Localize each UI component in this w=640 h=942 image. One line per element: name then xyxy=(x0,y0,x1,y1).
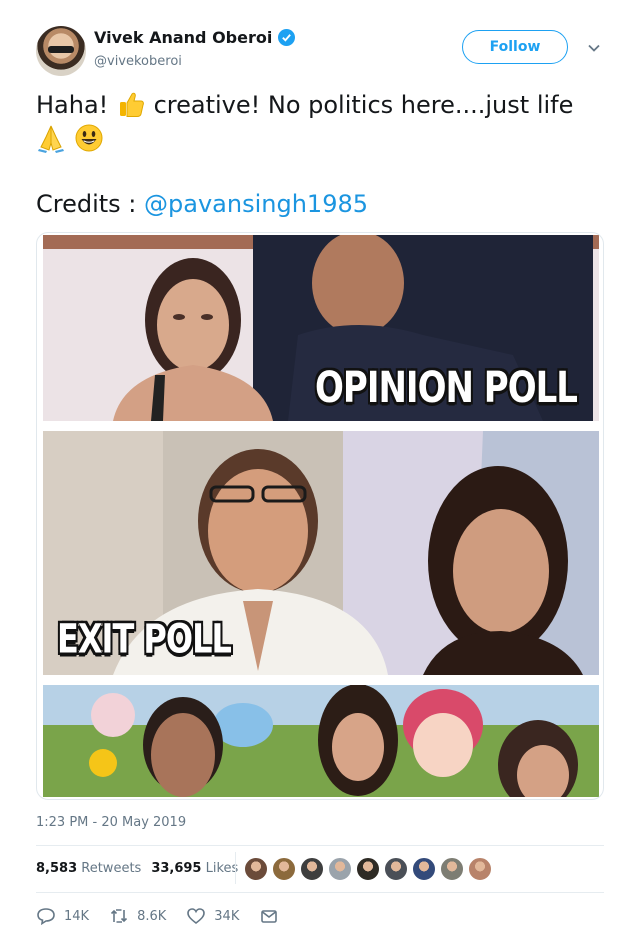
liker-avatar[interactable] xyxy=(384,857,408,881)
family-photo xyxy=(43,685,599,797)
tweet-media-image[interactable]: OPINION POLL EXIT POLL xyxy=(36,232,604,800)
reply-count: 14K xyxy=(64,908,90,924)
author-avatar[interactable] xyxy=(36,26,86,76)
likes-count: 33,695 xyxy=(151,861,202,876)
retweets-label: Retweets xyxy=(81,861,142,876)
verified-badge-icon xyxy=(278,29,296,46)
follow-button[interactable]: Follow xyxy=(462,30,568,64)
liker-avatar[interactable] xyxy=(356,857,380,881)
author-handle[interactable]: @vivekoberoi xyxy=(94,54,182,69)
tweet-stats: 8,583 Retweets 33,695 Likes xyxy=(36,861,238,876)
retweet-icon xyxy=(111,909,128,923)
liker-avatar[interactable] xyxy=(272,857,296,881)
liker-avatar[interactable] xyxy=(300,857,324,881)
divider-top xyxy=(36,845,604,846)
avatar-sunglasses xyxy=(48,46,74,53)
tweet-text-part2: creative! No politics here....just life xyxy=(153,91,574,119)
envelope-icon xyxy=(261,910,278,923)
reply-button[interactable]: 14K xyxy=(36,906,89,926)
likes-label: Likes xyxy=(205,861,239,876)
credits-label: Credits : xyxy=(36,190,145,218)
heart-icon xyxy=(187,908,206,925)
tweet-text-part1: Haha! xyxy=(36,91,116,119)
mention-link[interactable]: @pavansingh1985 xyxy=(144,190,368,218)
retweet-button[interactable]: 8.6K xyxy=(109,906,166,926)
retweets-count: 8,583 xyxy=(36,861,78,876)
tweet-actions: 14K 8.6K 34K xyxy=(36,906,299,926)
liker-avatar[interactable] xyxy=(412,857,436,881)
direct-message-button[interactable] xyxy=(259,906,279,926)
meme-panel-exit-poll: EXIT POLL xyxy=(43,431,599,675)
thumbs-up-emoji-icon xyxy=(119,92,144,117)
credits-line: Credits : @pavansingh1985 xyxy=(36,190,368,218)
like-count: 34K xyxy=(214,908,240,924)
liker-avatars xyxy=(244,857,492,881)
folded-hands-emoji-icon xyxy=(38,125,64,153)
author-display-name[interactable]: Vivek Anand Oberoi xyxy=(94,28,272,47)
stats-separator xyxy=(235,852,236,884)
liker-avatar[interactable] xyxy=(328,857,352,881)
liker-avatar[interactable] xyxy=(468,857,492,881)
smiling-face-emoji-icon xyxy=(75,124,103,152)
tweet-text: Haha! creative! No politics here....just… xyxy=(36,88,616,156)
tweet-timestamp[interactable]: 1:23 PM - 20 May 2019 xyxy=(36,815,186,830)
divider-bottom xyxy=(36,892,604,893)
like-button[interactable]: 34K xyxy=(186,906,239,926)
meme-panel-family xyxy=(43,685,599,797)
retweets-stat[interactable]: 8,583 Retweets xyxy=(36,861,141,876)
liker-avatar[interactable] xyxy=(244,857,268,881)
reply-icon xyxy=(37,908,55,926)
meme-panel-opinion-poll: OPINION POLL xyxy=(43,235,599,421)
retweet-count: 8.6K xyxy=(137,908,167,924)
meme-caption-opinion-poll: OPINION POLL xyxy=(315,363,578,413)
meme-caption-exit-poll: EXIT POLL xyxy=(57,615,232,663)
liker-avatar[interactable] xyxy=(440,857,464,881)
author-name-row: Vivek Anand Oberoi xyxy=(94,28,296,47)
likes-stat[interactable]: 33,695 Likes xyxy=(151,861,238,876)
chevron-down-icon[interactable] xyxy=(586,40,602,56)
